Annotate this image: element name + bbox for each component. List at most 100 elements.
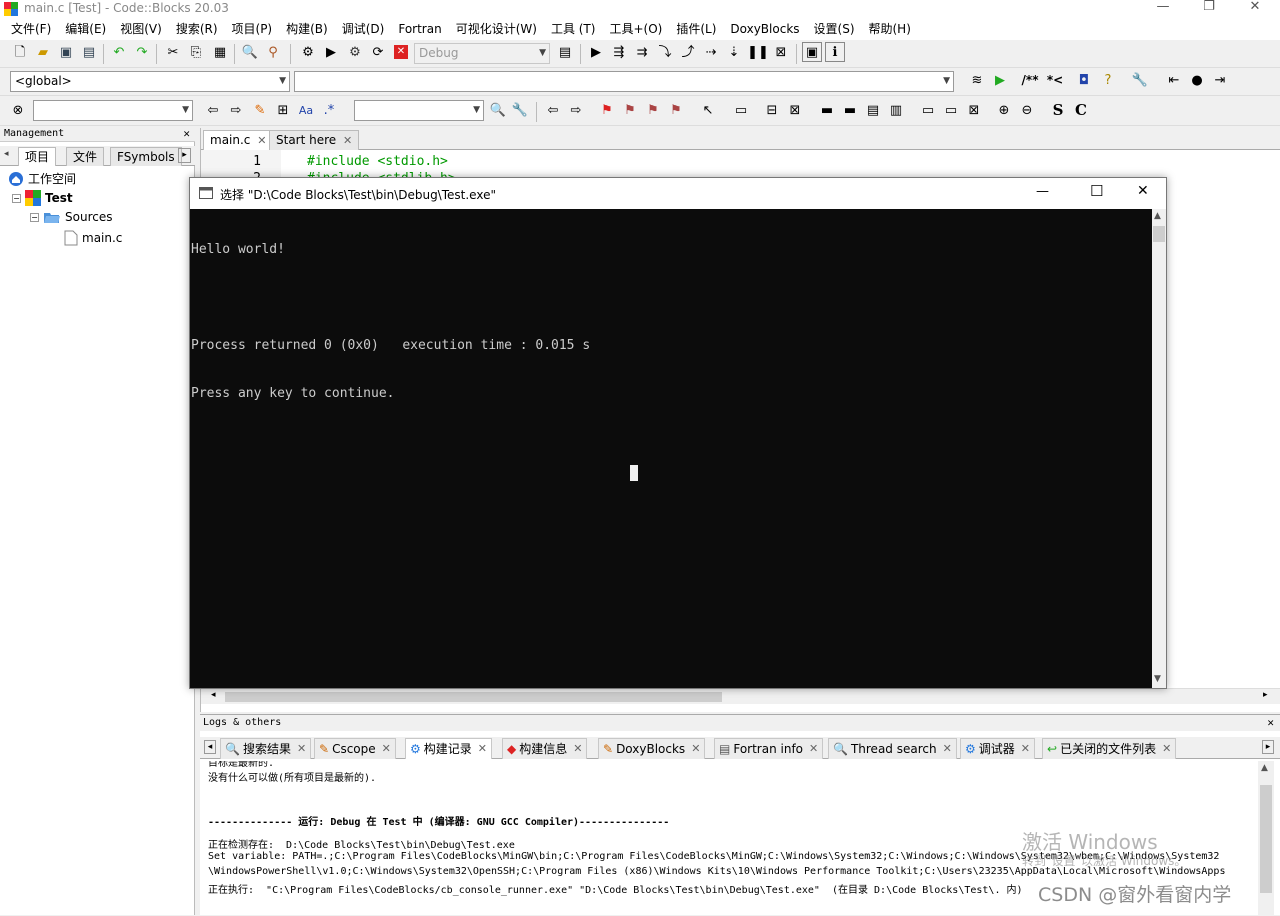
tab-build-log[interactable]: ⚙ 构建记录 ✕ bbox=[405, 738, 492, 759]
sizer-box-icon[interactable]: ▥ bbox=[886, 100, 906, 120]
redo-icon[interactable]: ↷ bbox=[132, 42, 152, 62]
debug-windows-icon[interactable]: ▣ bbox=[802, 42, 822, 62]
editor-hscrollbar[interactable]: ◂ ▸ bbox=[201, 688, 1280, 704]
tab-cscope[interactable]: ✎ Cscope ✕ bbox=[314, 738, 396, 759]
dialog-icon[interactable]: ⊠ bbox=[785, 100, 805, 120]
console-window[interactable]: 选择 "D:\Code Blocks\Test\bin\Debug\Test.e… bbox=[189, 177, 1167, 689]
doxy-help-icon[interactable]: ? bbox=[1098, 70, 1118, 90]
scroll-thumb[interactable] bbox=[1260, 785, 1272, 893]
frame-icon[interactable]: ▭ bbox=[731, 100, 751, 120]
menu-debug[interactable]: 调试(D) bbox=[335, 19, 392, 39]
console-minimize-button[interactable]: — bbox=[1036, 184, 1049, 199]
tab-thread-search[interactable]: 🔍 Thread search ✕ bbox=[828, 738, 957, 759]
tab-search-results[interactable]: 🔍 搜索结果 ✕ bbox=[220, 738, 312, 759]
menu-plugins[interactable]: 插件(L) bbox=[669, 19, 723, 39]
run-to-cursor-icon[interactable]: ⇶ bbox=[609, 42, 629, 62]
maximize-button[interactable]: ❐ bbox=[1186, 0, 1232, 18]
jump-dot-icon[interactable]: ● bbox=[1187, 70, 1207, 90]
minimize-button[interactable]: — bbox=[1140, 0, 1186, 18]
close-icon[interactable]: ✕ bbox=[183, 126, 190, 142]
jump-forward-icon[interactable]: ⇥ bbox=[1210, 70, 1230, 90]
bookmark-clear-icon[interactable]: ⚑ bbox=[666, 100, 686, 120]
step-out-icon[interactable]: ⤴ bbox=[678, 42, 698, 62]
close-icon[interactable]: ✕ bbox=[297, 739, 306, 759]
step-into-icon[interactable]: ⤵ bbox=[655, 42, 675, 62]
menu-edit[interactable]: 编辑(E) bbox=[58, 19, 113, 39]
paste-icon[interactable]: ▦ bbox=[210, 42, 230, 62]
cut-icon[interactable]: ✂ bbox=[163, 42, 183, 62]
nav-back-icon[interactable]: ⇦ bbox=[543, 100, 563, 120]
close-icon[interactable]: ✕ bbox=[478, 739, 487, 759]
menu-fortran[interactable]: Fortran bbox=[391, 19, 448, 39]
close-icon[interactable]: ✕ bbox=[382, 739, 391, 759]
save-all-icon[interactable]: ▤ bbox=[79, 42, 99, 62]
menu-view[interactable]: 视图(V) bbox=[113, 19, 169, 39]
tab-doxyblocks[interactable]: ✎ DoxyBlocks ✕ bbox=[598, 738, 706, 759]
close-icon[interactable]: ✕ bbox=[573, 739, 582, 759]
incremental-search-input[interactable]: ▼ bbox=[33, 100, 193, 121]
close-button[interactable]: ✕ bbox=[1232, 0, 1278, 18]
target-settings-icon[interactable]: ▤ bbox=[555, 42, 575, 62]
comment-block-button[interactable]: /** bbox=[1020, 70, 1040, 90]
menu-tools[interactable]: 工具 (T) bbox=[544, 19, 603, 39]
scroll-down-icon[interactable]: ▼ bbox=[1154, 674, 1161, 684]
step-instruction-icon[interactable]: ⇣ bbox=[724, 42, 744, 62]
find-icon[interactable]: 🔍 bbox=[240, 42, 260, 62]
thread-search-input[interactable]: ▼ bbox=[354, 100, 484, 121]
jump-back-icon[interactable]: ⇤ bbox=[1164, 70, 1184, 90]
tab-main-c[interactable]: main.c ✕ bbox=[203, 130, 274, 150]
open-folder-icon[interactable]: ▰ bbox=[33, 42, 53, 62]
scroll-up-icon[interactable]: ▲ bbox=[1261, 763, 1268, 773]
incremental-search-icon[interactable]: ⊗ bbox=[8, 100, 28, 120]
thread-search-icon[interactable]: 🔍 bbox=[488, 100, 508, 120]
next-line-icon[interactable]: ⇉ bbox=[632, 42, 652, 62]
panel-icon[interactable]: ⊟ bbox=[762, 100, 782, 120]
border-left-icon[interactable]: ▭ bbox=[918, 100, 938, 120]
menu-help[interactable]: 帮助(H) bbox=[862, 19, 918, 39]
tab-scroll-right-icon[interactable]: ▸ bbox=[1262, 740, 1274, 754]
tab-scroll-right-icon[interactable]: ▸ bbox=[178, 148, 191, 163]
menu-project[interactable]: 项目(P) bbox=[225, 19, 280, 39]
console-title-bar[interactable]: 选择 "D:\Code Blocks\Test\bin\Debug\Test.e… bbox=[190, 178, 1166, 209]
tab-scroll-left-icon[interactable]: ◂ bbox=[204, 740, 216, 754]
code-line[interactable]: 1 #include <stdio.h> bbox=[201, 154, 448, 169]
close-icon[interactable]: ✕ bbox=[257, 134, 266, 147]
rebuild-icon[interactable]: ⟳ bbox=[368, 42, 388, 62]
new-file-icon[interactable]: 🗋 bbox=[10, 42, 30, 62]
build-and-run-icon[interactable]: ⚙ bbox=[345, 42, 365, 62]
close-icon[interactable]: ✕ bbox=[1021, 739, 1030, 759]
scroll-up-icon[interactable]: ▲ bbox=[1154, 211, 1161, 221]
tab-fortran-info[interactable]: ▤ Fortran info ✕ bbox=[714, 738, 824, 759]
logs-scrollbar[interactable]: ▲ bbox=[1258, 761, 1274, 916]
comment-line-button[interactable]: *< bbox=[1045, 70, 1065, 90]
build-gear-icon[interactable]: ⚙ bbox=[298, 42, 318, 62]
search-prev-icon[interactable]: ⇦ bbox=[203, 100, 223, 120]
close-icon[interactable]: ✕ bbox=[343, 134, 352, 147]
tab-start-here[interactable]: Start here ✕ bbox=[269, 130, 360, 150]
stop-debug-icon[interactable]: ⊠ bbox=[771, 42, 791, 62]
close-icon[interactable]: ✕ bbox=[943, 739, 952, 759]
tab-scroll-left-icon[interactable]: ◂ bbox=[4, 149, 9, 159]
zoom-in-icon[interactable]: ⊕ bbox=[994, 100, 1014, 120]
sizer-h-icon[interactable]: ▬ bbox=[817, 100, 837, 120]
tree-file-main[interactable]: main.c bbox=[64, 230, 122, 246]
scroll-thumb[interactable] bbox=[225, 692, 722, 702]
match-case-icon[interactable]: Aa bbox=[296, 100, 316, 120]
doxy-html-icon[interactable]: ◘ bbox=[1074, 70, 1094, 90]
tree-project[interactable]: − Test bbox=[12, 190, 73, 206]
console-scrollbar[interactable]: ▲ ▼ bbox=[1152, 209, 1166, 688]
tab-projects[interactable]: 项目 bbox=[18, 147, 57, 166]
next-instruction-icon[interactable]: ⇢ bbox=[701, 42, 721, 62]
tab-debugger[interactable]: ⚙ 调试器 ✕ bbox=[960, 738, 1035, 759]
menu-search[interactable]: 搜索(R) bbox=[169, 19, 225, 39]
tab-fsymbols[interactable]: FSymbols bbox=[110, 147, 182, 166]
border-right-icon[interactable]: ▭ bbox=[941, 100, 961, 120]
menu-settings[interactable]: 设置(S) bbox=[807, 19, 862, 39]
thread-search-options-icon[interactable]: 🔧 bbox=[510, 100, 530, 120]
collapse-icon[interactable]: − bbox=[12, 193, 21, 203]
zoom-out-icon[interactable]: ⊖ bbox=[1017, 100, 1037, 120]
nav-forward-icon[interactable]: ⇨ bbox=[566, 100, 586, 120]
replace-icon[interactable]: ⚲ bbox=[263, 42, 283, 62]
build-target-select[interactable]: Debug ▼ bbox=[414, 43, 550, 64]
collapse-icon[interactable]: − bbox=[30, 212, 39, 222]
